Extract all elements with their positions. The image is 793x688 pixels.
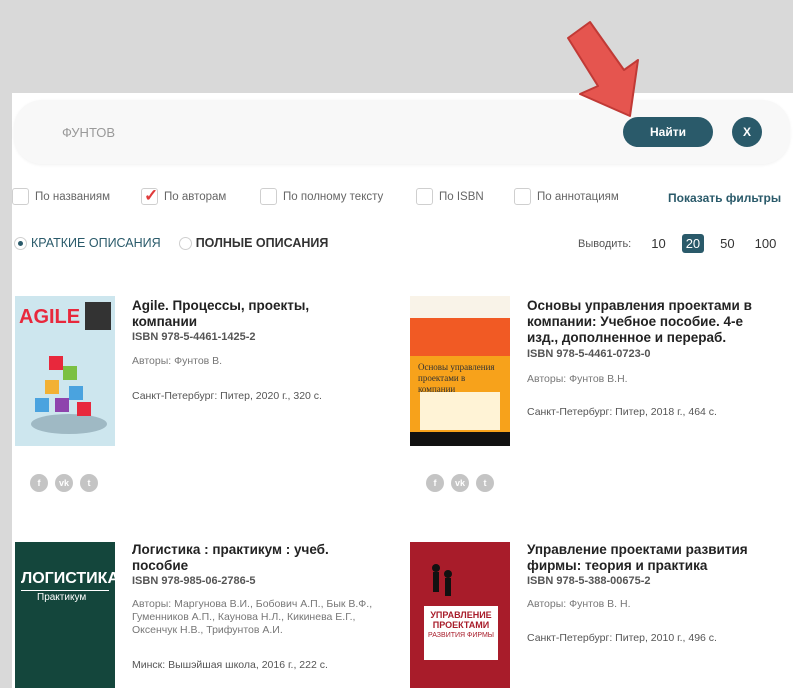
checkbox-checked[interactable] [141,186,158,206]
book-isbn: ISBN 978-5-4461-0723-0 [527,348,651,360]
per-page-20[interactable]: 20 [681,234,705,253]
filter-label: По полному тексту [283,190,384,203]
filter-label: По названиям [35,190,111,203]
facebook-icon[interactable]: f [30,474,48,492]
book-cover[interactable]: Основы управления проектами в компании [410,296,510,446]
search-input[interactable] [62,120,582,144]
description-mode: КРАТКИЕ ОПИСАНИЯ ПОЛНЫЕ ОПИСАНИЯ [14,236,328,250]
book-title[interactable]: Agile. Процессы, проекты, компании [132,298,372,330]
cover-subtitle: Практикум [37,592,87,603]
book-publisher: Санкт-Петербург: Питер, 2020 г., 320 с. [132,390,322,402]
book-publisher: Минск: Вышэйшая школа, 2016 г., 222 с. [132,659,328,671]
book-isbn: ISBN 978-985-06-2786-5 [132,575,256,587]
find-button[interactable]: Найти [623,117,713,147]
twitter-icon[interactable]: t [80,474,98,492]
cover-title: УПРАВЛЕНИЕ ПРОЕКТАМИ [430,610,492,630]
book-isbn: ISBN 978-5-4461-1425-2 [132,331,256,343]
book-title[interactable]: Управление проектами развития фирмы: тео… [527,542,767,574]
book-cover[interactable]: ЛОГИСТИКА Практикум [15,542,115,688]
cover-title: Основы управления проектами в компании [418,362,495,394]
filter-by-isbn[interactable]: По ISBN [416,188,484,205]
mode-full-label[interactable]: ПОЛНЫЕ ОПИСАНИЯ [196,236,329,250]
book-authors: Авторы: Фунтов В. Н. [527,598,631,610]
clear-search-button[interactable]: X [732,117,762,147]
filter-by-fulltext[interactable]: По полному тексту [260,188,383,205]
per-page-100[interactable]: 100 [751,234,781,253]
book-authors: Авторы: Маргунова В.И., Бобович А.П., Бы… [132,598,373,636]
checkbox[interactable] [514,188,531,205]
filter-by-authors[interactable]: По авторам [141,186,227,206]
search-bar: Найти X [14,100,790,164]
checkbox[interactable] [416,188,433,205]
facebook-icon[interactable]: f [426,474,444,492]
cover-title: ЛОГИСТИКА [21,570,115,587]
filter-label: По аннотациям [537,190,619,203]
show-filters-link[interactable]: Показать фильтры [668,191,781,205]
filter-by-annotations[interactable]: По аннотациям [514,188,619,205]
book-publisher: Санкт-Петербург: Питер, 2010 г., 496 с. [527,632,717,644]
book-authors: Авторы: Фунтов В.Н. [527,373,628,385]
filter-by-title[interactable]: По названиям [12,188,110,205]
per-page-selector: Выводить: 10 20 50 100 [578,234,786,253]
pointer-arrow-icon [567,21,639,117]
vk-icon[interactable]: vk [55,474,73,492]
vk-icon[interactable]: vk [451,474,469,492]
filter-label: По авторам [164,190,227,203]
per-page-50[interactable]: 50 [716,234,738,253]
cover-subtitle: РАЗВИТИЯ ФИРМЫ [428,632,494,639]
per-page-label: Выводить: [578,237,632,250]
book-isbn: ISBN 978-5-388-00675-2 [527,575,651,587]
share-icons: f vk t [426,474,494,492]
checkbox[interactable] [12,188,29,205]
mode-short-label[interactable]: КРАТКИЕ ОПИСАНИЯ [31,236,161,250]
radio-full[interactable] [178,236,192,250]
book-cover[interactable]: AGILE [15,296,115,446]
checkbox[interactable] [260,188,277,205]
book-authors: Авторы: Фунтов В. [132,355,223,367]
radio-short[interactable] [14,236,27,250]
cover-title: AGILE [19,306,81,328]
book-title[interactable]: Основы управления проектами в компании: … [527,298,767,346]
twitter-icon[interactable]: t [476,474,494,492]
share-icons: f vk t [30,474,98,492]
per-page-10[interactable]: 10 [647,234,669,253]
filter-label: По ISBN [439,190,484,203]
book-title[interactable]: Логистика : практикум : учеб. пособие [132,542,362,574]
book-publisher: Санкт-Петербург: Питер, 2018 г., 464 с. [527,406,717,418]
book-cover[interactable]: УПРАВЛЕНИЕ ПРОЕКТАМИ РАЗВИТИЯ ФИРМЫ [410,542,510,688]
